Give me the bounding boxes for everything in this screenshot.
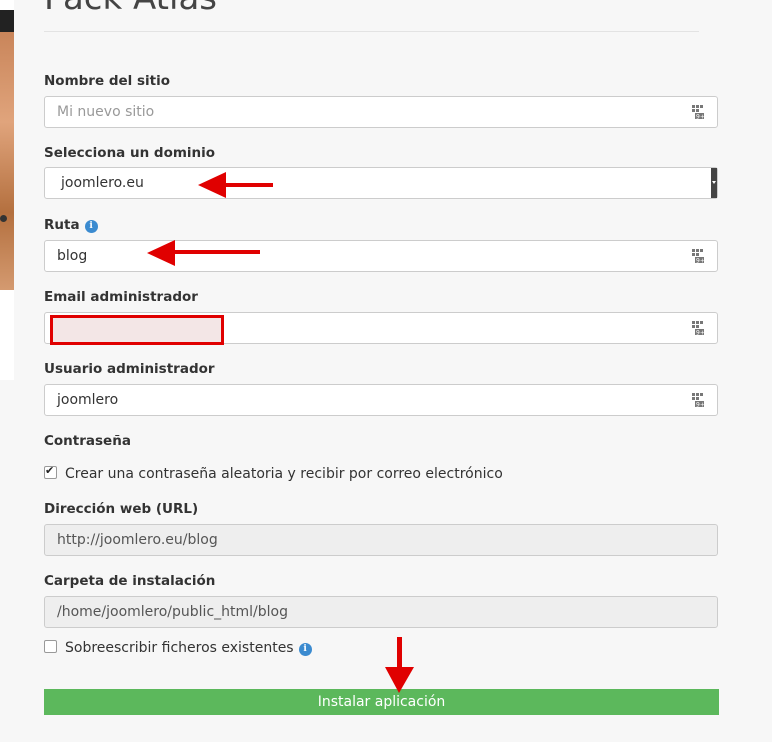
random-password-checkbox[interactable] <box>44 464 57 479</box>
svg-text:9+: 9+ <box>696 114 705 121</box>
url-field: http://joomlero.eu/blog <box>44 524 718 556</box>
domain-select[interactable]: joomlero.eu <box>44 167 718 199</box>
random-password-option[interactable]: Crear una contraseña aleatoria y recibir… <box>44 464 503 482</box>
install-folder-field: /home/joomlero/public_html/blog <box>44 596 718 628</box>
random-password-label: Crear una contraseña aleatoria y recibir… <box>65 466 503 482</box>
admin-email-label: Email administrador <box>44 289 198 305</box>
background-photo-strip <box>0 0 14 380</box>
keyboard-icon[interactable]: 9+ <box>691 320 705 336</box>
title-divider <box>44 31 699 32</box>
redacted-email-highlight <box>50 315 224 345</box>
site-name-label: Nombre del sitio <box>44 73 170 89</box>
install-app-button[interactable]: Instalar aplicación <box>44 689 719 715</box>
overwrite-checkbox[interactable] <box>44 640 57 653</box>
admin-user-label: Usuario administrador <box>44 361 215 377</box>
svg-text:9+: 9+ <box>696 258 705 265</box>
keyboard-icon[interactable]: 9+ <box>691 248 705 264</box>
keyboard-icon[interactable]: 9+ <box>691 104 705 120</box>
chevron-down-icon[interactable] <box>711 168 717 198</box>
domain-select-value: joomlero.eu <box>61 175 144 191</box>
install-folder-label: Carpeta de instalación <box>44 573 216 589</box>
svg-text:9+: 9+ <box>696 402 705 409</box>
path-label: Ruta i <box>44 217 98 233</box>
info-icon[interactable]: i <box>84 220 98 233</box>
arrow-annotation-install <box>385 637 414 693</box>
path-input[interactable]: blog 9+ <box>44 240 718 272</box>
photo-dot <box>0 215 7 222</box>
site-name-placeholder: Mi nuevo sitio <box>57 104 155 120</box>
url-label: Dirección web (URL) <box>44 501 199 517</box>
admin-user-value: joomlero <box>57 392 119 408</box>
photo-top-bar <box>0 10 14 32</box>
url-value: http://joomlero.eu/blog <box>57 532 218 548</box>
info-icon[interactable]: i <box>298 643 312 656</box>
page-title: Pack Atlas <box>44 0 217 18</box>
keyboard-icon[interactable]: 9+ <box>691 392 705 408</box>
overwrite-label: Sobreescribir ficheros existentes <box>65 640 294 656</box>
domain-label: Selecciona un dominio <box>44 145 216 161</box>
overwrite-option[interactable]: Sobreescribir ficheros existentes i <box>44 640 312 656</box>
admin-user-input[interactable]: joomlero 9+ <box>44 384 718 416</box>
install-folder-value: /home/joomlero/public_html/blog <box>57 604 288 620</box>
background-photo <box>0 32 14 290</box>
svg-text:9+: 9+ <box>696 330 705 337</box>
path-label-text: Ruta <box>44 217 80 233</box>
path-input-value: blog <box>57 248 88 264</box>
password-label: Contraseña <box>44 433 131 449</box>
admin-email-input[interactable]: 9+ <box>44 312 718 345</box>
site-name-input[interactable]: Mi nuevo sitio 9+ <box>44 96 718 128</box>
